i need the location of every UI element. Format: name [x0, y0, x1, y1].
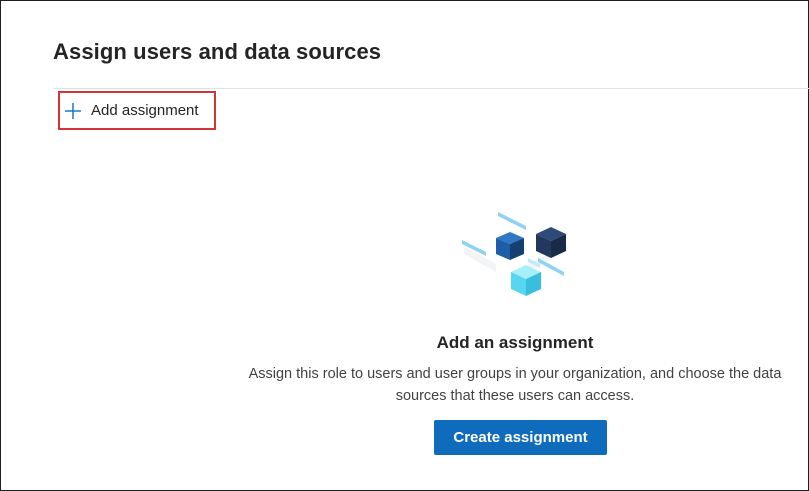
add-assignment-label: Add assignment [91, 102, 199, 119]
assign-panel: Assign users and data sources Add assign… [0, 0, 809, 491]
page-title: Assign users and data sources [53, 39, 382, 64]
create-assignment-button[interactable]: Create assignment [434, 420, 607, 455]
add-assignment-button[interactable]: Add assignment [58, 91, 216, 130]
plus-icon [64, 102, 82, 120]
cubes-illustration [456, 206, 581, 306]
header-divider [53, 88, 809, 89]
empty-state-description: Assign this role to users and user group… [248, 366, 782, 404]
empty-state-title: Add an assignment [436, 333, 594, 352]
